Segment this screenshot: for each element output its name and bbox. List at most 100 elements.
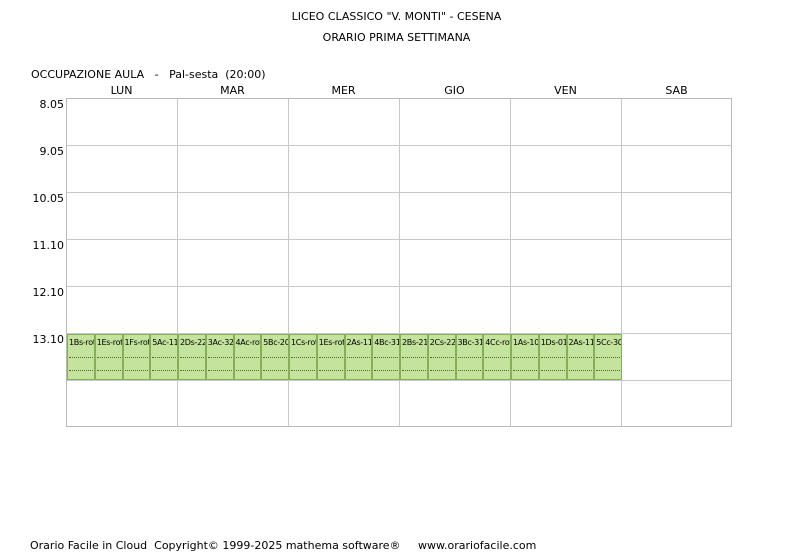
lesson-class-label: 2Bs-218 [402, 338, 428, 347]
lesson-block[interactable]: 5Cc-307 [594, 334, 622, 380]
lesson-subject-line [263, 357, 287, 360]
lesson-block[interactable]: 1As-103 [511, 334, 539, 380]
lesson-block[interactable]: 2Ds-220 [178, 334, 206, 380]
lesson-class-label: 2Ds-220 [180, 338, 205, 347]
lesson-teacher-line [457, 370, 482, 373]
lesson-subject-line [568, 357, 593, 360]
lesson-teacher-line [402, 370, 426, 373]
lesson-class-label: 1Es-rot [318, 338, 345, 347]
day-header-lun: LUN [110, 84, 133, 97]
lesson-block[interactable]: 1Ds-013 [538, 334, 567, 380]
lesson-block[interactable]: 1Fs-rot [122, 334, 151, 380]
lesson-block[interactable]: 4Cc-rot [483, 334, 511, 380]
lesson-class-label: 3Ac-324 [207, 338, 234, 347]
lesson-teacher-line [346, 370, 371, 373]
lesson-subject-line [291, 357, 315, 360]
lesson-class-label: 5Bc-207 [263, 338, 288, 347]
lesson-class-label: 2Cs-222 [429, 338, 456, 347]
lesson-class-label: 3Bc-312 [457, 338, 483, 347]
lesson-subject-line [513, 357, 537, 360]
lesson-block[interactable]: 2As-112 [344, 334, 373, 380]
lesson-teacher-line [485, 370, 509, 373]
room-occupancy-label: OCCUPAZIONE AULA - Pal-sesta (20:00) [31, 68, 266, 81]
lesson-teacher-line [429, 370, 454, 373]
timetable-grid: 1Bs-rot1Es-rot1Fs-rot5Ac-1152Ds-2203Ac-3… [66, 98, 732, 427]
hour-divider [67, 239, 731, 240]
time-label: 8.05 [39, 98, 65, 111]
time-label: 9.05 [39, 145, 65, 158]
lesson-subject-line [69, 357, 93, 360]
lesson-teacher-line [152, 370, 176, 373]
lesson-block[interactable]: 3Ac-324 [205, 334, 234, 380]
lesson-teacher-line [374, 370, 398, 373]
time-label: 12.10 [32, 286, 65, 299]
time-label: 10.05 [32, 192, 65, 205]
lesson-block[interactable]: 3Bc-312 [455, 334, 484, 380]
day-header-mer: MER [331, 84, 356, 97]
lesson-block[interactable]: 1Es-rot [316, 334, 345, 380]
schedule-title: ORARIO PRIMA SETTIMANA [322, 31, 471, 44]
lesson-class-label: 1Es-rot [96, 338, 123, 347]
lesson-teacher-line [235, 370, 260, 373]
lesson-teacher-line [318, 370, 343, 373]
lesson-class-label: 5Ac-115 [152, 338, 178, 347]
day-header-ven: VEN [554, 84, 577, 97]
lesson-teacher-line [263, 370, 287, 373]
lesson-teacher-line [568, 370, 593, 373]
lesson-block[interactable]: 4Bc-311 [372, 334, 400, 380]
lesson-block[interactable]: 4Ac-rot [233, 334, 262, 380]
lesson-subject-line [96, 357, 121, 360]
lesson-subject-line [596, 357, 620, 360]
lesson-subject-line [207, 357, 232, 360]
lesson-teacher-line [513, 370, 537, 373]
lesson-subject-line [374, 357, 398, 360]
lesson-block[interactable]: 2As-112 [566, 334, 595, 380]
lesson-subject-line [124, 357, 149, 360]
lesson-block[interactable]: 1Bs-rot [67, 334, 95, 380]
lesson-class-label: 4Ac-rot [235, 338, 262, 347]
lesson-subject-line [429, 357, 454, 360]
lesson-subject-line [318, 357, 343, 360]
lesson-class-label: 1As-103 [513, 338, 539, 347]
lesson-class-label: 1Bs-rot [69, 338, 95, 347]
lesson-teacher-line [69, 370, 93, 373]
lesson-subject-line [235, 357, 260, 360]
lesson-teacher-line [180, 370, 204, 373]
hour-divider [67, 380, 731, 381]
time-label: 13.10 [32, 333, 65, 346]
lesson-class-label: 4Bc-311 [374, 338, 399, 347]
lesson-subject-line [540, 357, 565, 360]
footer-copyright: Orario Facile in Cloud Copyright© 1999-2… [30, 539, 537, 552]
lesson-subject-line [180, 357, 204, 360]
lesson-subject-line [346, 357, 371, 360]
lesson-teacher-line [124, 370, 149, 373]
hour-divider [67, 145, 731, 146]
time-label: 11.10 [32, 239, 65, 252]
lesson-class-label: 2As-112 [346, 338, 373, 347]
lesson-class-label: 5Cc-307 [596, 338, 621, 347]
lesson-class-label: 1Cs-rot [291, 338, 317, 347]
lesson-subject-line [485, 357, 509, 360]
lesson-block[interactable]: 2Bs-218 [400, 334, 428, 380]
school-title: LICEO CLASSICO "V. MONTI" - CESENA [291, 10, 502, 23]
lesson-teacher-line [596, 370, 620, 373]
lesson-class-label: 4Cc-rot [485, 338, 511, 347]
hour-divider [67, 192, 731, 193]
lesson-subject-line [152, 357, 176, 360]
day-header-gio: GIO [444, 84, 465, 97]
day-header-mar: MAR [220, 84, 245, 97]
lesson-teacher-line [540, 370, 565, 373]
hour-divider [67, 286, 731, 287]
lesson-block[interactable]: 5Bc-207 [261, 334, 289, 380]
lesson-block[interactable]: 1Es-rot [94, 334, 123, 380]
lesson-teacher-line [291, 370, 315, 373]
lesson-block[interactable]: 5Ac-115 [150, 334, 178, 380]
lesson-subject-line [457, 357, 482, 360]
lesson-teacher-line [96, 370, 121, 373]
lesson-class-label: 1Ds-013 [540, 338, 566, 347]
lesson-class-label: 1Fs-rot [124, 338, 151, 347]
lesson-block[interactable]: 2Cs-222 [427, 334, 456, 380]
lesson-block[interactable]: 1Cs-rot [289, 334, 317, 380]
lesson-teacher-line [207, 370, 232, 373]
lesson-subject-line [402, 357, 426, 360]
